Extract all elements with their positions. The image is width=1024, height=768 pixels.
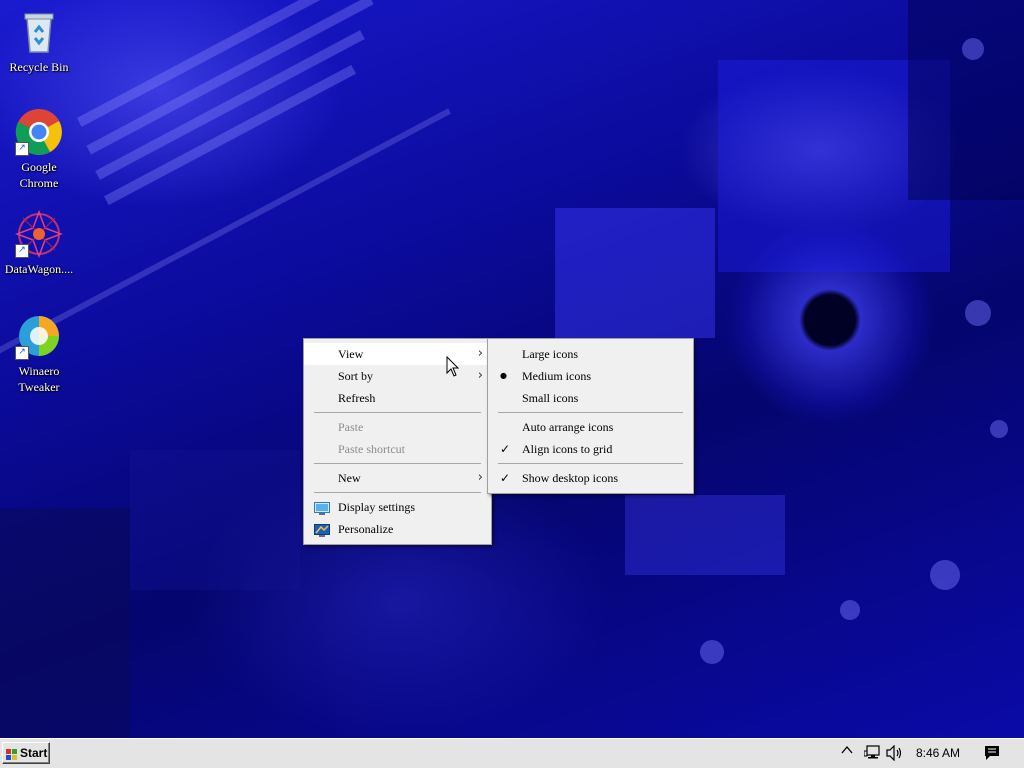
menu-item-label: New — [338, 471, 361, 485]
menu-separator — [498, 412, 683, 413]
menu-separator — [498, 463, 683, 464]
personalize-icon — [314, 522, 330, 537]
view-submenu: Large icons ● Medium icons Small icons A… — [487, 338, 694, 494]
menu-item-view[interactable]: View › — [304, 343, 491, 365]
menu-item-label: Align icons to grid — [522, 442, 613, 456]
menu-item-personalize[interactable]: Personalize — [304, 518, 491, 540]
volume-icon[interactable] — [886, 744, 904, 765]
menu-item-label: Display settings — [338, 500, 415, 514]
start-label: Start — [20, 746, 48, 760]
taskbar: Start 8:46 AM — [0, 738, 1024, 768]
submenu-item-small-icons[interactable]: Small icons — [488, 387, 693, 409]
show-hidden-icons-chevron-icon[interactable] — [841, 744, 853, 760]
recycle-bin-icon — [15, 8, 63, 56]
menu-separator — [314, 463, 481, 464]
shortcut-arrow-icon: ↗ — [15, 142, 29, 156]
menu-item-sort-by[interactable]: Sort by › — [304, 365, 491, 387]
start-button[interactable]: Start — [2, 742, 50, 764]
menu-item-new[interactable]: New › — [304, 467, 491, 489]
desktop-icon-label: Recycle Bin — [9, 60, 69, 74]
mouse-cursor-icon — [446, 355, 460, 383]
desktop-icon-google-chrome[interactable]: ↗ Google Chrome — [1, 108, 77, 191]
submenu-item-auto-arrange[interactable]: Auto arrange icons — [488, 416, 693, 438]
menu-separator — [314, 492, 481, 493]
taskbar-clock[interactable]: 8:46 AM — [916, 746, 960, 760]
submenu-item-large-icons[interactable]: Large icons — [488, 343, 693, 365]
menu-item-label: Personalize — [338, 522, 394, 536]
menu-item-label: Paste shortcut — [338, 442, 405, 456]
desktop-context-menu: View › Sort by › Refresh Paste Paste sho… — [303, 338, 492, 545]
desktop-icon-datawagon[interactable]: ↗ DataWagon.... — [1, 209, 77, 277]
winaero-icon: ↗ — [15, 312, 63, 360]
menu-item-refresh[interactable]: Refresh — [304, 387, 491, 409]
menu-item-label: Show desktop icons — [522, 471, 618, 485]
desktop-icon-label: Winaero Tweaker — [18, 364, 60, 394]
datawagon-icon: ↗ — [14, 209, 64, 259]
menu-item-label: Auto arrange icons — [522, 420, 614, 434]
menu-separator — [314, 412, 481, 413]
submenu-item-medium-icons[interactable]: ● Medium icons — [488, 365, 693, 387]
chrome-icon: ↗ — [15, 108, 63, 156]
radio-bullet-icon: ● — [500, 371, 507, 380]
chevron-right-icon: › — [477, 368, 483, 383]
chevron-right-icon: › — [477, 346, 483, 361]
desktop-icon-winaero-tweaker[interactable]: ↗ Winaero Tweaker — [1, 312, 77, 395]
checkmark-icon: ✓ — [500, 442, 511, 456]
menu-item-paste[interactable]: Paste — [304, 416, 491, 438]
display-settings-icon — [314, 500, 330, 515]
shortcut-arrow-icon: ↗ — [15, 244, 29, 258]
menu-item-label: Large icons — [522, 347, 579, 361]
menu-item-label: View — [338, 347, 364, 361]
menu-item-label: Small icons — [522, 391, 579, 405]
checkmark-icon: ✓ — [500, 471, 511, 485]
action-center-icon[interactable] — [984, 745, 1000, 765]
menu-item-paste-shortcut[interactable]: Paste shortcut — [304, 438, 491, 460]
submenu-item-show-desktop-icons[interactable]: ✓ Show desktop icons — [488, 467, 693, 489]
desktop-icon-label: DataWagon.... — [4, 262, 74, 276]
desktop-icon-label: Google Chrome — [19, 160, 59, 190]
desktop-icon-recycle-bin[interactable]: Recycle Bin — [1, 8, 77, 75]
menu-item-label: Refresh — [338, 391, 376, 405]
submenu-item-align-to-grid[interactable]: ✓ Align icons to grid — [488, 438, 693, 460]
menu-item-label: Medium icons — [522, 369, 591, 383]
menu-item-display-settings[interactable]: Display settings — [304, 496, 491, 518]
menu-item-label: Paste — [338, 420, 364, 434]
windows-logo-icon — [6, 747, 18, 760]
chevron-right-icon: › — [477, 470, 483, 485]
menu-item-label: Sort by — [338, 369, 374, 383]
network-icon[interactable] — [863, 745, 882, 765]
shortcut-arrow-icon: ↗ — [15, 346, 29, 360]
